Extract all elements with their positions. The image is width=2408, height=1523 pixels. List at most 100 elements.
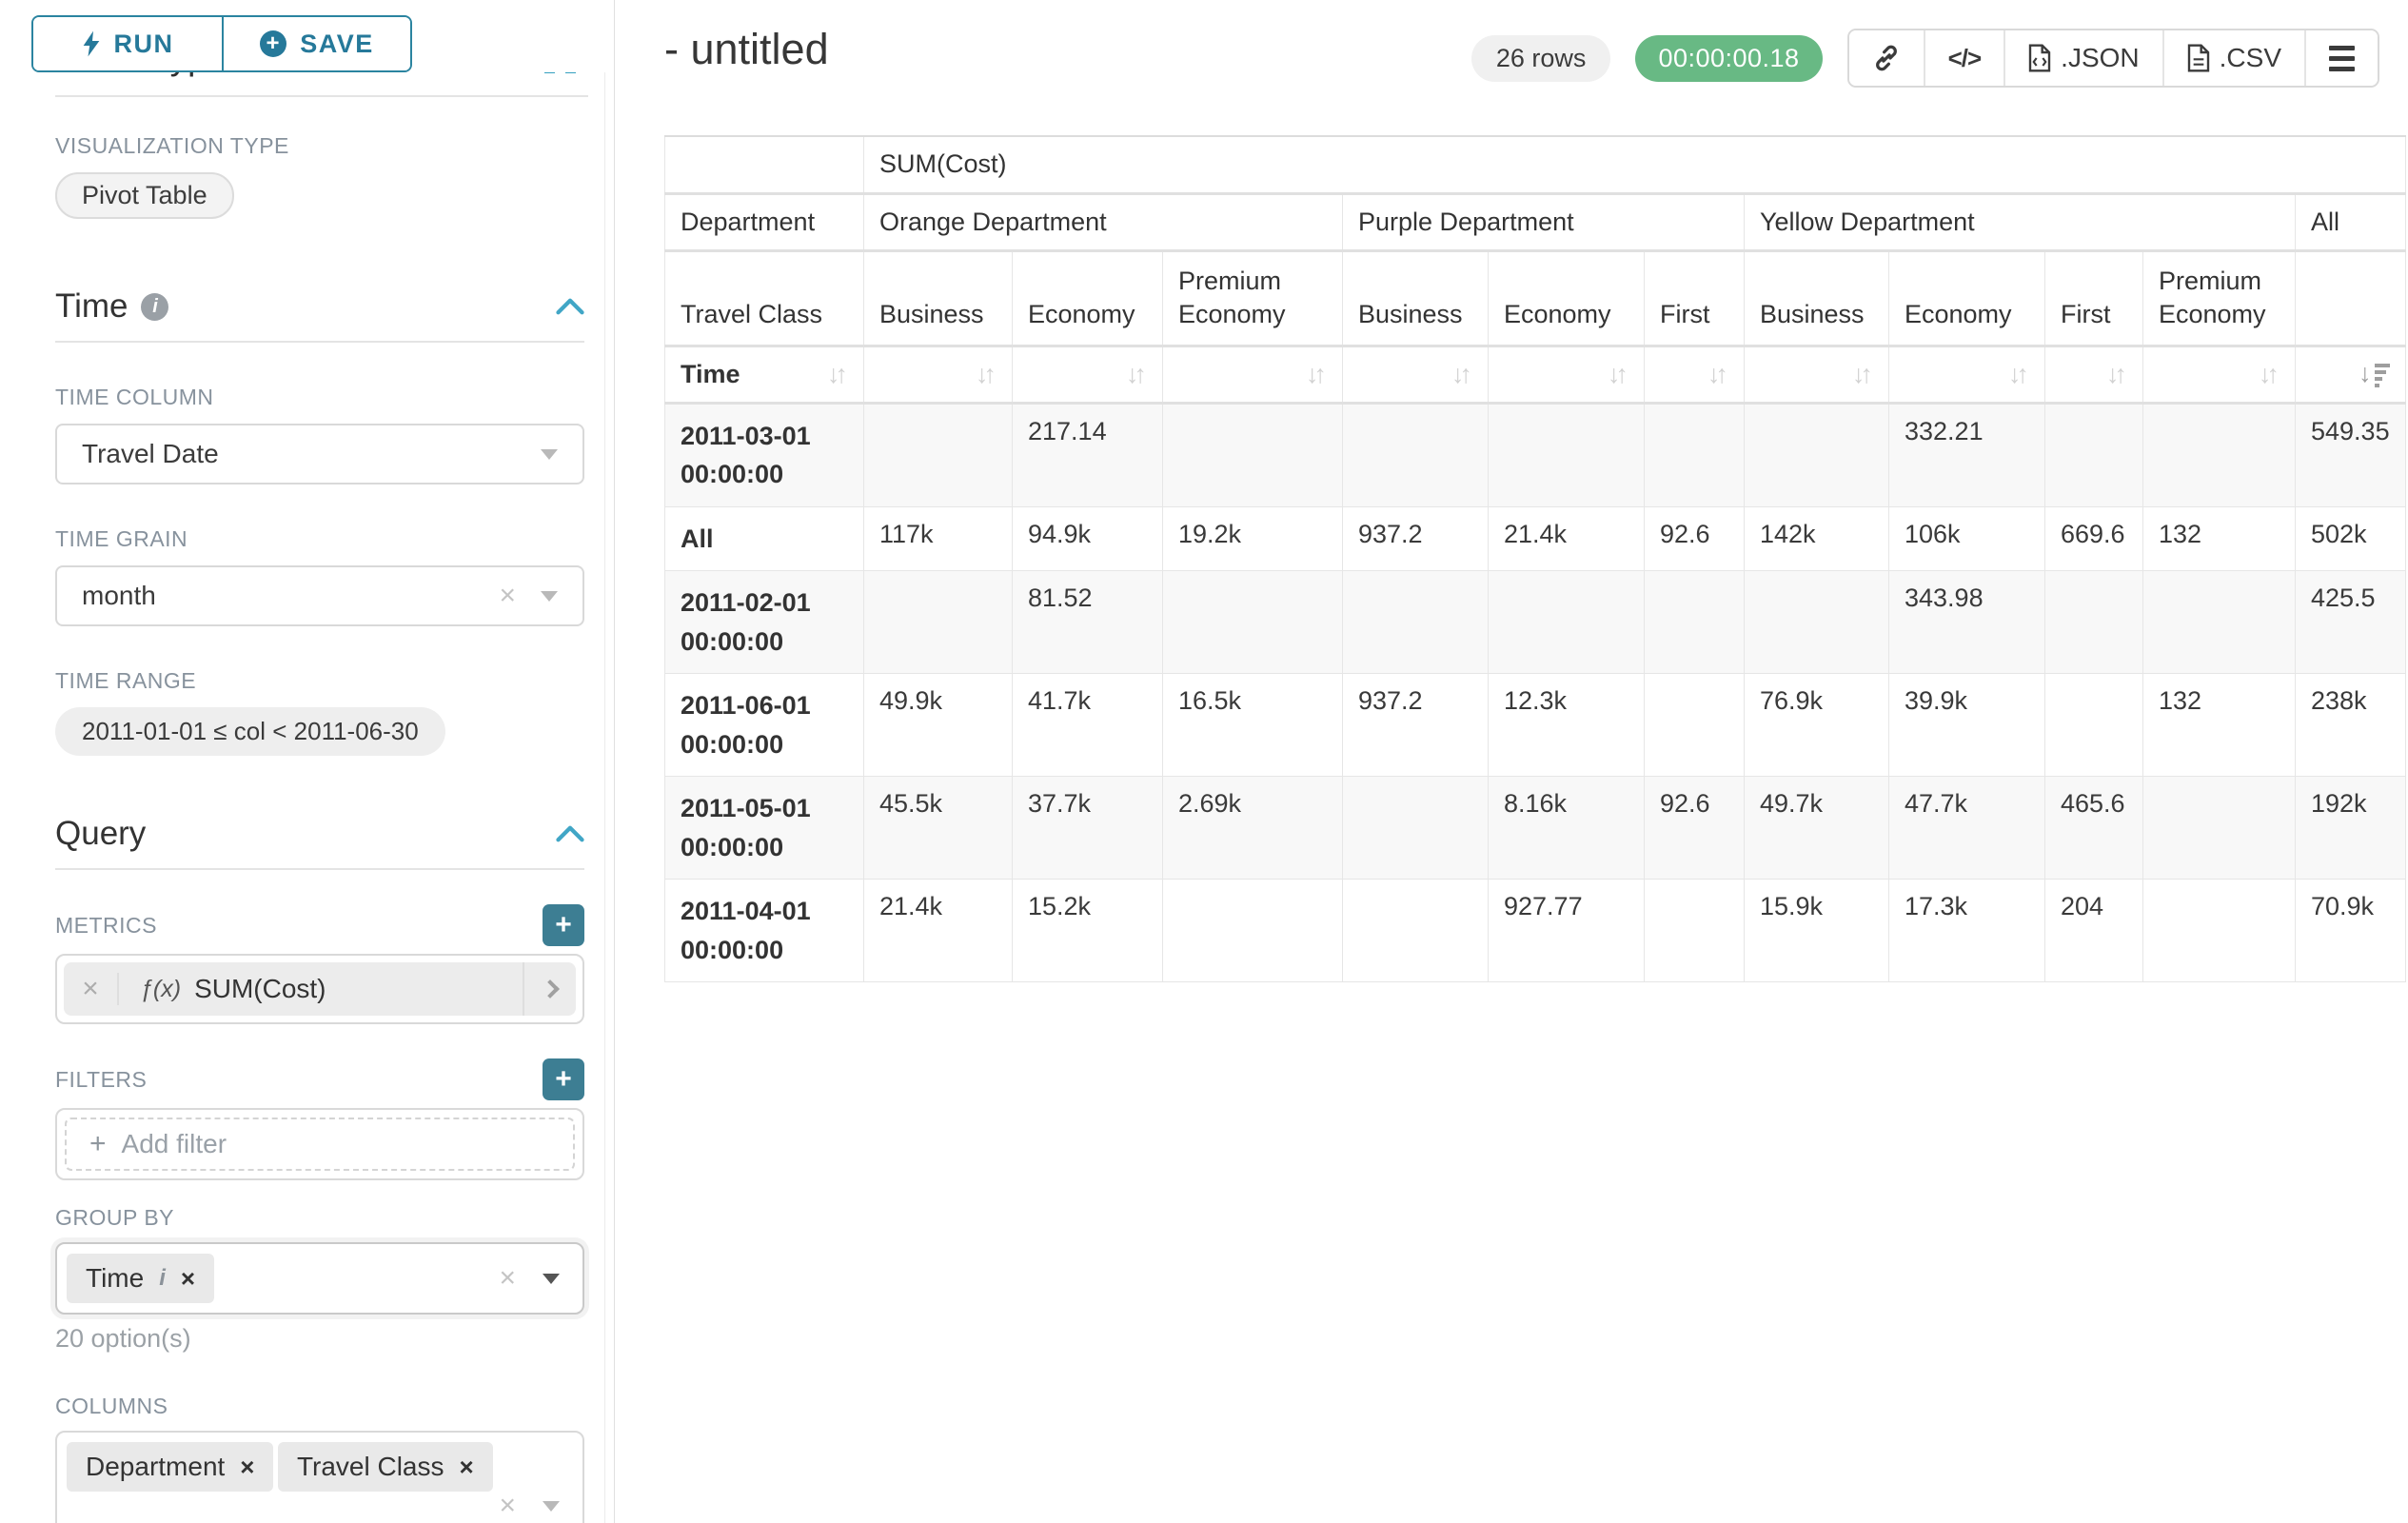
value-cell: 15.2k (1013, 880, 1163, 982)
sort-header[interactable]: ↓↑ (1889, 346, 2045, 403)
value-cell: 132 (2143, 506, 2296, 571)
sort-icon[interactable]: ↓↑ (976, 362, 997, 387)
more-options-button[interactable] (2304, 30, 2378, 86)
chevron-up-icon[interactable] (556, 298, 584, 315)
group-by-select[interactable]: Timei× × (55, 1242, 584, 1315)
remove-chip-icon[interactable]: × (240, 1454, 254, 1479)
value-cell: 238k (2296, 674, 2406, 777)
value-cell (2143, 571, 2296, 674)
sort-header[interactable]: ↓↑ (1013, 346, 1163, 403)
chevron-down-icon (543, 1274, 560, 1284)
add-filter-button[interactable]: + (543, 1058, 584, 1100)
remove-chip-icon[interactable]: × (181, 1266, 195, 1291)
export-button-group: </> .JSON .CSV (1847, 29, 2379, 88)
row-header: 2011-05-01 00:00:00 (665, 777, 864, 880)
sort-icon[interactable]: ↓↑ (1126, 362, 1147, 387)
sort-header[interactable]: ↓↑ (2045, 346, 2143, 403)
value-cell: 49.7k (1745, 777, 1889, 880)
info-icon: i (159, 1265, 166, 1292)
value-cell (1489, 571, 1645, 674)
sort-header[interactable]: ↓↑ (1163, 346, 1343, 403)
time-range-label: TIME RANGE (55, 668, 584, 694)
sort-header[interactable]: ↓↑ (2143, 346, 2296, 403)
sort-header[interactable]: ↓↑ (1745, 346, 1889, 403)
clear-icon[interactable]: × (499, 582, 516, 610)
value-cell: 45.5k (864, 777, 1013, 880)
row-header: 2011-04-01 00:00:00 (665, 880, 864, 982)
sort-icon[interactable]: ↓↑ (1852, 362, 1873, 387)
query-section-title: Query (55, 815, 146, 853)
chart-panel: - untitled 26 rows 00:00:00.18 </> (615, 0, 2408, 1523)
chart-title[interactable]: - untitled (664, 25, 829, 74)
expand-metric-button[interactable] (523, 962, 576, 1016)
clear-icon[interactable]: × (499, 1264, 516, 1293)
sort-icon[interactable]: ↓↑ (1707, 362, 1728, 387)
value-cell: 332.21 (1889, 403, 2045, 506)
travel-class-header: First (1645, 250, 1745, 346)
value-cell (1343, 777, 1489, 880)
sort-icon[interactable]: ↓↑ (2259, 362, 2280, 387)
chevron-up-icon[interactable] (556, 825, 584, 842)
sort-header[interactable]: ↓↑ (864, 346, 1013, 403)
sort-icon[interactable]: ↓↑ (827, 362, 848, 387)
link-icon (1872, 44, 1901, 72)
travel-class-header: Economy (1013, 250, 1163, 346)
sidebar-scrollbar[interactable] (604, 0, 605, 1523)
columns-chip[interactable]: Department× (67, 1442, 273, 1492)
run-button[interactable]: RUN (33, 17, 222, 70)
table-row: 2011-04-01 00:00:0021.4k15.2k927.7715.9k… (665, 880, 2406, 982)
sort-icon[interactable]: ↓↑ (1608, 362, 1628, 387)
sort-icon[interactable]: ↓↑ (1306, 362, 1327, 387)
save-button[interactable]: + SAVE (222, 17, 410, 70)
sort-icon[interactable]: ↓↑ (2008, 362, 2029, 387)
export-json-label: .JSON (2061, 43, 2139, 73)
run-save-button-group: RUN + SAVE (31, 15, 412, 72)
time-section-title: Time (55, 287, 128, 326)
value-cell (1645, 403, 1745, 506)
export-csv-button[interactable]: .CSV (2162, 30, 2304, 86)
metric-header: SUM(Cost) (864, 136, 2406, 193)
value-cell: 15.9k (1745, 880, 1889, 982)
sort-icon[interactable]: ↓↑ (2106, 362, 2127, 387)
time-range-pill[interactable]: 2011-01-01 ≤ col < 2011-06-30 (55, 707, 445, 756)
time-grain-select[interactable]: month × (55, 565, 584, 626)
clear-icon[interactable]: × (499, 1492, 516, 1520)
remove-metric-icon[interactable]: × (64, 973, 119, 1005)
query-section-header[interactable]: Query (55, 815, 584, 853)
remove-chip-icon[interactable]: × (459, 1454, 473, 1479)
value-cell: 49.9k (864, 674, 1013, 777)
chevron-down-icon (543, 1501, 560, 1512)
travel-class-header: Premium Economy (2143, 250, 2296, 346)
value-cell: 12.3k (1489, 674, 1645, 777)
sort-header[interactable]: ↓↑ (1343, 346, 1489, 403)
value-cell (1343, 403, 1489, 506)
sort-header[interactable]: ↓ (2296, 346, 2406, 403)
json-file-icon (2028, 44, 2051, 72)
time-section-header[interactable]: Time i (55, 287, 584, 326)
add-filter-dropzone[interactable]: + Add filter (65, 1118, 575, 1171)
time-sort-header[interactable]: Time↓↑ (665, 346, 864, 403)
value-cell (1163, 571, 1343, 674)
export-json-button[interactable]: .JSON (2003, 30, 2161, 86)
columns-chip[interactable]: Travel Class× (278, 1442, 493, 1492)
sort-header[interactable]: ↓↑ (1489, 346, 1645, 403)
copy-link-button[interactable] (1849, 30, 1924, 86)
value-cell (2143, 403, 2296, 506)
time-column-select[interactable]: Travel Date (55, 424, 584, 485)
time-grain-value: month (82, 581, 156, 611)
columns-select[interactable]: Department× Travel Class× × (55, 1431, 584, 1523)
value-cell (1645, 571, 1745, 674)
visualization-type-pill[interactable]: Pivot Table (55, 172, 234, 219)
section-divider (55, 341, 584, 343)
department-group-header: All (2296, 193, 2406, 250)
metric-chip[interactable]: × ƒ(x) SUM(Cost) (64, 962, 576, 1016)
groupby-chip[interactable]: Timei× (67, 1254, 214, 1303)
row-header: All (665, 506, 864, 571)
department-group-header: Yellow Department (1745, 193, 2296, 250)
pivot-table: SUM(Cost)DepartmentOrange DepartmentPurp… (664, 135, 2406, 982)
sort-descending-icon[interactable]: ↓ (2359, 361, 2390, 387)
sort-header[interactable]: ↓↑ (1645, 346, 1745, 403)
embed-code-button[interactable]: </> (1924, 30, 2004, 86)
add-metric-button[interactable]: + (543, 904, 584, 946)
sort-icon[interactable]: ↓↑ (1451, 362, 1472, 387)
